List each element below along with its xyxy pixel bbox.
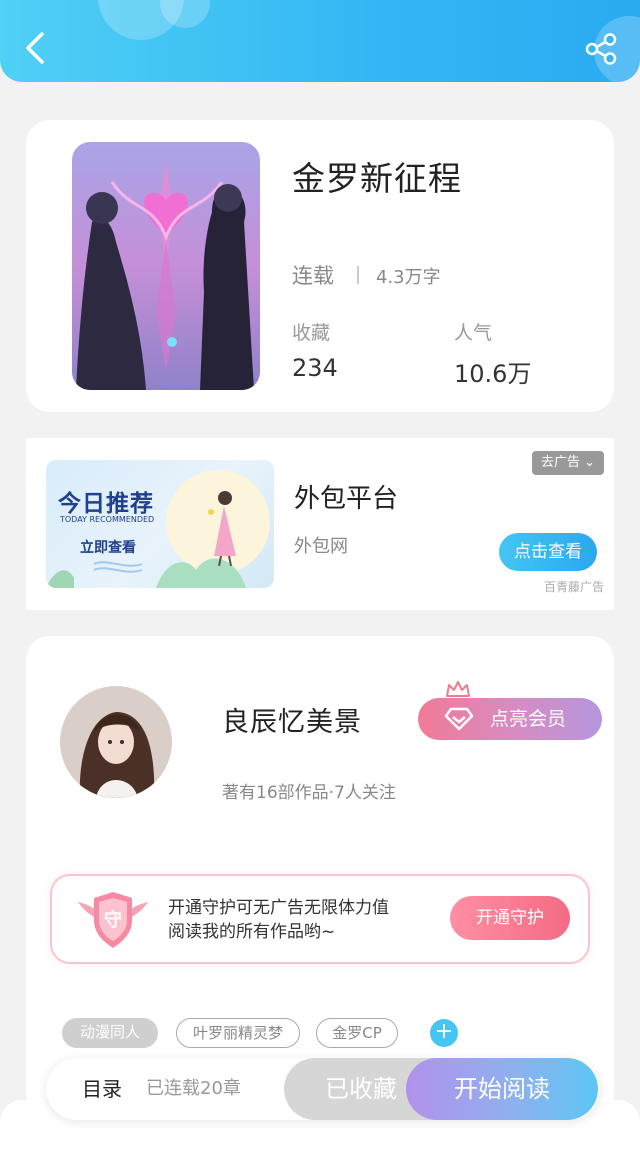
author-avatar[interactable] bbox=[60, 686, 172, 798]
guard-shield-icon: 守 bbox=[76, 888, 150, 952]
open-guard-button[interactable]: 开通守护 bbox=[450, 896, 570, 940]
ad-banner-action: 立即查看 bbox=[80, 540, 136, 556]
share-icon[interactable] bbox=[584, 32, 618, 66]
ad-title: 外包平台 bbox=[294, 484, 399, 514]
add-tag-icon[interactable]: + bbox=[430, 1019, 458, 1047]
serial-status: 连载 bbox=[292, 264, 334, 288]
popularity-value: 10.6万 bbox=[454, 360, 532, 388]
popularity-label: 人气 bbox=[454, 322, 493, 344]
author-meta: 著有16部作品·7人关注 bbox=[222, 783, 396, 803]
guard-description: 开通守护可无广告无限体力值 阅读我的所有作品哟~ bbox=[168, 896, 389, 944]
ad-banner-subtitle: TODAY RECOMMENDED bbox=[60, 515, 155, 524]
vip-label: 点亮会员 bbox=[490, 708, 567, 730]
tag-item[interactable]: 金罗CP bbox=[316, 1018, 398, 1048]
ad-banner-title: 今日推荐 bbox=[58, 491, 154, 517]
book-title: 金罗新征程 bbox=[292, 159, 462, 198]
favorites-value: 234 bbox=[292, 354, 338, 382]
ad-view-button[interactable]: 点击查看 bbox=[499, 533, 597, 571]
activate-vip-button[interactable]: 点亮会员 bbox=[418, 698, 602, 740]
guard-banner[interactable]: 守 开通守护可无广告无限体力值 阅读我的所有作品哟~ 开通守护 bbox=[50, 874, 590, 964]
remove-ad-label: 去广告 bbox=[540, 455, 580, 470]
favorites-label: 收藏 bbox=[292, 322, 331, 344]
ad-source-label: 百青藤广告 bbox=[543, 580, 604, 594]
word-count: 4.3万字 bbox=[376, 267, 441, 288]
divider bbox=[357, 266, 359, 284]
top-header bbox=[0, 0, 640, 82]
diamond-icon bbox=[444, 707, 474, 731]
bottom-action-bar: 目录 已连载20章 已收藏 开始阅读 bbox=[46, 1058, 600, 1120]
ad-banner-image[interactable]: 今日推荐 TODAY RECOMMENDED 立即查看 bbox=[46, 460, 274, 588]
book-info-card: 金罗新征程 连载 4.3万字 收藏 234 人气 10.6万 bbox=[26, 120, 614, 412]
tag-item[interactable]: 动漫同人 bbox=[62, 1018, 158, 1048]
author-name: 良辰忆美景 bbox=[222, 707, 362, 738]
chapter-count: 已连载20章 bbox=[146, 1078, 241, 1099]
tag-item[interactable]: 叶罗丽精灵梦 bbox=[176, 1018, 300, 1048]
book-cover-image[interactable] bbox=[72, 142, 260, 390]
crown-icon bbox=[446, 681, 470, 700]
guard-line-2: 阅读我的所有作品哟~ bbox=[168, 922, 336, 942]
ad-subtitle: 外包网 bbox=[294, 536, 348, 557]
chevron-down-icon: ⌄ bbox=[584, 455, 596, 470]
start-reading-button[interactable]: 开始阅读 bbox=[406, 1058, 598, 1120]
back-arrow-icon[interactable] bbox=[20, 28, 52, 68]
guard-badge-char: 守 bbox=[104, 910, 122, 931]
guard-line-1: 开通守护可无广告无限体力值 bbox=[168, 898, 389, 918]
ad-card[interactable]: 今日推荐 TODAY RECOMMENDED 立即查看 外包平台 外包网 去广告… bbox=[26, 438, 614, 610]
table-of-contents-button[interactable]: 目录 bbox=[82, 1058, 122, 1120]
remove-ad-button[interactable]: 去广告 ⌄ bbox=[532, 451, 604, 475]
